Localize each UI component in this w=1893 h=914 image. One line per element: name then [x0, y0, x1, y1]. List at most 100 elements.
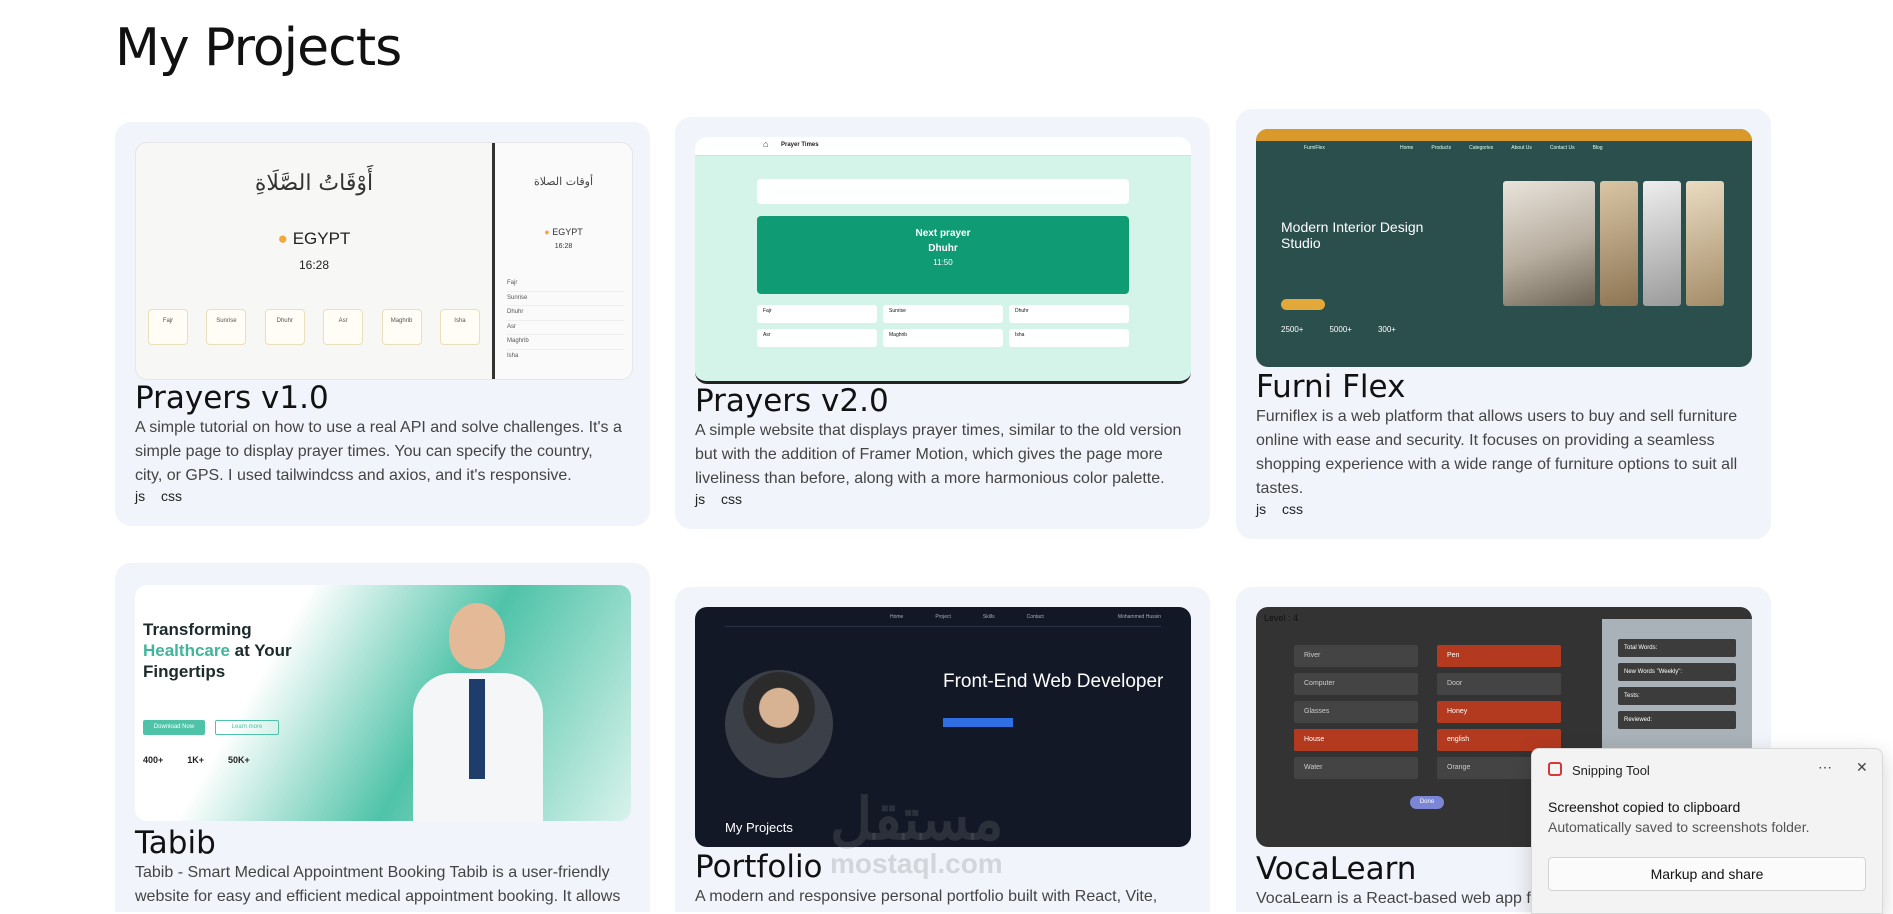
side-prayer-row: Fajr [507, 277, 624, 292]
word-card: House [1294, 729, 1418, 751]
word-card: Water [1294, 757, 1418, 779]
prayer-tile: Sunrise [883, 305, 1003, 323]
project-card-tabib[interactable]: Transforming Healthcare at Your Fingerti… [115, 563, 650, 912]
gallery-image [1600, 181, 1638, 306]
prayer-box: Fajr [148, 309, 188, 345]
watermark: مستقل mostaql.com [830, 787, 1004, 879]
toast-heading: Screenshot copied to clipboard [1548, 799, 1741, 815]
app-name: Prayer Times [781, 142, 819, 148]
preview-side-country: EGYPT [552, 227, 583, 237]
project-tags: js css [695, 491, 754, 507]
project-description: Tabib - Smart Medical Appointment Bookin… [135, 864, 621, 905]
mosque-icon: ⌂ [763, 139, 769, 149]
stat-value: 5000+ [1329, 325, 1352, 334]
next-prayer-panel: Next prayer Dhuhr 11:50 [757, 216, 1129, 294]
prayer-tile: Fajr [757, 305, 877, 323]
toast-body: Automatically saved to screenshots folde… [1548, 819, 1810, 835]
project-preview-image: FurniFlex Home Products Categories About… [1256, 129, 1752, 367]
project-card-prayers-v1[interactable]: أَوْقَاتُ الصَّلَاةِ ● EGYPT 16:28 Fajr … [115, 122, 650, 526]
nav-link: Categories [1469, 145, 1494, 151]
project-tags: js css [135, 488, 194, 504]
hero-highlight: Healthcare [143, 641, 230, 660]
hero-line2: at Your [229, 641, 292, 660]
tag: js [1256, 501, 1267, 517]
word-card: River [1294, 645, 1418, 667]
preview-country: EGYPT [292, 229, 351, 248]
hero-line1: Transforming [143, 620, 252, 639]
stat-value: 1K+ [187, 755, 205, 765]
side-prayer-row: Dhuhr [507, 306, 624, 321]
learn-more-button: Learn more [215, 720, 279, 735]
nav-link: Project [935, 614, 951, 620]
stat-value: 400+ [143, 755, 164, 765]
tag: css [721, 491, 743, 507]
prayer-box: Sunrise [206, 309, 247, 345]
preview-side-heading: أوقات الصلاة [533, 175, 594, 188]
more-options-icon[interactable]: ⋯ [1818, 759, 1832, 776]
project-title[interactable]: Tabib [135, 825, 216, 861]
close-icon[interactable]: ✕ [1856, 759, 1868, 776]
hero-heading: Modern Interior Design Studio [1281, 219, 1424, 251]
word-card: Pen [1437, 645, 1561, 667]
project-title[interactable]: Portfolio [695, 849, 823, 885]
project-preview-image: أَوْقَاتُ الصَّلَاةِ ● EGYPT 16:28 Fajr … [135, 142, 633, 380]
word-card: Door [1437, 673, 1561, 695]
project-title[interactable]: Furni Flex [1256, 369, 1405, 405]
nav-link: Skills [982, 614, 995, 620]
done-button: Done [1410, 796, 1444, 809]
location-pin-icon: ● [544, 227, 550, 237]
word-card: Computer [1294, 673, 1418, 695]
side-prayer-row: Asr [507, 321, 624, 335]
prayer-box: Isha [439, 309, 480, 345]
preview-heading: أَوْقَاتُ الصَّلَاةِ [254, 171, 374, 196]
footer-label: My Projects [725, 820, 793, 835]
nav-link: Contact [1026, 614, 1044, 620]
toast-app-name: Snipping Tool [1572, 763, 1650, 778]
nav-link: Home [890, 614, 904, 620]
project-title[interactable]: Prayers v1.0 [135, 380, 329, 416]
prayer-tile: Maghrib [883, 329, 1003, 347]
level-label: Level : 4 [1264, 613, 1299, 623]
hero-heading: Front-End Web Developer [943, 671, 1164, 692]
tag: css [161, 488, 183, 504]
markup-and-share-button[interactable]: Markup and share [1548, 857, 1866, 891]
project-description: A modern and responsive personal portfol… [695, 888, 1158, 905]
snipping-tool-icon [1548, 762, 1562, 776]
project-preview-image: ⌂ Prayer Times Next prayer Dhuhr 11:50 F… [695, 137, 1191, 384]
tag: js [695, 491, 706, 507]
download-button: Download Now [143, 720, 205, 735]
word-card: Glasses [1294, 701, 1418, 723]
prayer-box: Maghrib [381, 309, 422, 345]
gallery-image [1503, 181, 1595, 306]
hero-line3: Fingertips [143, 662, 226, 681]
stat-value: 300+ [1377, 325, 1396, 334]
project-title[interactable]: Prayers v2.0 [695, 383, 889, 419]
project-preview-image: Transforming Healthcare at Your Fingerti… [135, 585, 631, 821]
nav-link: Products [1431, 145, 1452, 151]
project-title[interactable]: VocaLearn [1256, 851, 1416, 887]
project-description: A simple website that displays prayer ti… [695, 422, 1182, 487]
nav-link: Blog [1592, 145, 1603, 151]
project-card-prayers-v2[interactable]: ⌂ Prayer Times Next prayer Dhuhr 11:50 F… [675, 117, 1210, 529]
nav-link: Home [1400, 145, 1414, 151]
side-prayer-row: Maghrib [507, 335, 624, 350]
prayer-box: Dhuhr [264, 309, 305, 345]
nav-link: Contact Us [1549, 145, 1575, 151]
stat-row: Total Words: [1618, 639, 1736, 657]
snipping-tool-notification[interactable]: Snipping Tool ⋯ ✕ Screenshot copied to c… [1531, 748, 1883, 914]
prayer-tile: Asr [757, 329, 877, 347]
side-prayer-row: Sunrise [507, 292, 624, 306]
project-tags: js css [1256, 501, 1315, 517]
stat-value: 2500+ [1281, 325, 1304, 334]
stat-row: Reviewed: [1618, 711, 1736, 729]
preview-time: 16:28 [298, 258, 330, 272]
gallery-image [1686, 181, 1724, 306]
prayer-tile: Dhuhr [1009, 305, 1129, 323]
preview-side-time: 16:28 [554, 243, 573, 250]
side-prayer-row: Isha [507, 352, 519, 359]
project-card-furni-flex[interactable]: FurniFlex Home Products Categories About… [1236, 109, 1771, 539]
nav-link: About Us [1511, 145, 1532, 151]
stat-value: 50K+ [228, 755, 250, 765]
prayer-box: Asr [323, 309, 364, 345]
owner-name: Mohammed Hussin [1117, 614, 1161, 620]
